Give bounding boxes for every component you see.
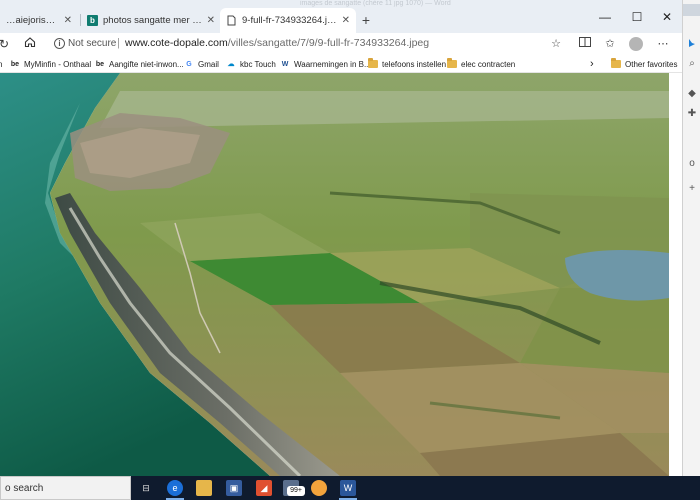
favorite-folder-telefoons[interactable]: telefoons instellen: [368, 57, 446, 71]
page-content: [0, 73, 682, 476]
new-tab-button[interactable]: +: [358, 12, 374, 28]
minimize-button[interactable]: —: [590, 6, 620, 28]
side-panel: ⌕ ◆ ✚ o +: [682, 0, 700, 476]
app-icon-orange[interactable]: [311, 480, 327, 496]
close-window-button[interactable]: ✕: [652, 6, 682, 28]
close-icon[interactable]: ✕: [342, 15, 350, 26]
tab-title: …aiejorisve@gmail.com: [6, 15, 60, 26]
side-search-icon[interactable]: ⌕: [686, 58, 698, 70]
page-gutter: [669, 73, 682, 476]
close-icon[interactable]: ✕: [64, 15, 72, 26]
url-path: /villes/sangatte/7/9/9-full-fr-734933264…: [227, 37, 430, 49]
refresh-icon[interactable]: ↻: [0, 36, 12, 52]
favorite-myminfin[interactable]: be MyMinfin - Onthaal: [10, 57, 91, 71]
split-screen-icon[interactable]: [577, 36, 593, 52]
store-icon[interactable]: ▣: [226, 480, 242, 496]
url-divider: |: [117, 37, 120, 49]
kbc-icon: ☁: [227, 61, 235, 68]
favorite-label: telefoons instellen: [382, 59, 447, 69]
tab-bing[interactable]: b photos sangatte mer - Bing images ✕: [81, 8, 221, 33]
favorite-label: elec contracten: [461, 59, 516, 69]
favorite-label: MyMinfin - Onthaal: [24, 59, 92, 69]
page-icon: [226, 15, 237, 26]
task-view-icon[interactable]: ⊟: [138, 480, 154, 496]
chevron-right-icon[interactable]: ›: [590, 57, 594, 71]
waarnemingen-icon: W: [281, 60, 289, 68]
tab-gmail[interactable]: …aiejorisve@gmail.com ✕: [0, 8, 78, 33]
taskbar-search[interactable]: o search: [0, 476, 131, 500]
favorite-label: Gmail: [198, 59, 219, 69]
favorite-kbc[interactable]: ☁ kbc Touch: [226, 57, 276, 71]
bing-icon: b: [87, 15, 98, 26]
coastal-aerial-photo: [0, 73, 669, 476]
profile-avatar[interactable]: [629, 37, 643, 51]
browser-window: images de sangatte (chère 11 jpg 1070) —…: [0, 0, 682, 476]
folder-icon: [611, 58, 621, 68]
info-icon[interactable]: i: [54, 38, 65, 49]
favorites-bar: n be MyMinfin - Onthaal be Aangifte niet…: [0, 55, 682, 73]
tab-title: 9-full-fr-734933264.jpeg (1000×…): [242, 15, 338, 26]
favorite-aangifte[interactable]: be Aangifte niet-inwon...: [95, 57, 184, 71]
side-bing-icon[interactable]: [686, 38, 698, 50]
favorite-label: kbc Touch: [240, 59, 276, 69]
favorite-label: Waarnemingen in B...: [294, 59, 371, 69]
favorite-folder-elec[interactable]: elec contracten: [447, 57, 515, 71]
side-outlook-icon[interactable]: o: [686, 158, 698, 170]
google-icon: G: [186, 60, 192, 68]
side-shopping-icon[interactable]: ◆: [686, 88, 698, 100]
be-icon: be: [95, 60, 105, 68]
file-explorer-icon[interactable]: [196, 480, 212, 496]
favorite-gmail[interactable]: G Gmail: [184, 57, 219, 71]
edge-icon[interactable]: e: [167, 480, 183, 496]
favorite-other[interactable]: Other favorites: [611, 57, 677, 71]
close-icon[interactable]: ✕: [207, 15, 215, 26]
address-bar: ↻ i Not secure | www.cote-dopale.com/vil…: [0, 33, 682, 55]
taskbar: o search ⊟ e ▣ ◢ 99+ W: [0, 476, 700, 500]
star-icon[interactable]: ☆: [548, 36, 564, 52]
be-icon: be: [10, 60, 20, 68]
home-icon[interactable]: [22, 36, 38, 52]
favorite-label: Aangifte niet-inwon...: [109, 59, 184, 69]
favorites-toggle[interactable]: n: [0, 57, 2, 71]
side-panel-header: [683, 4, 700, 16]
tab-title: photos sangatte mer - Bing images: [103, 15, 203, 26]
tab-image[interactable]: 9-full-fr-734933264.jpeg (1000×…) ✕: [220, 8, 356, 33]
notification-badge: 99+: [287, 486, 305, 496]
folder-icon: [447, 58, 457, 68]
search-placeholder: o search: [5, 483, 44, 494]
favorites-icon[interactable]: ✩: [602, 36, 618, 52]
word-icon[interactable]: W: [340, 480, 356, 496]
more-icon[interactable]: ⋯: [655, 36, 671, 52]
maximize-button[interactable]: ☐: [622, 6, 652, 28]
folder-icon: [368, 58, 378, 68]
background-window-title: images de sangatte (chère 11 jpg 1070) —…: [300, 0, 451, 7]
tab-strip: images de sangatte (chère 11 jpg 1070) —…: [0, 0, 682, 33]
side-add-icon[interactable]: +: [686, 183, 698, 195]
side-tools-icon[interactable]: ✚: [686, 108, 698, 120]
url-host: www.cote-dopale.com: [125, 37, 228, 49]
favorite-waarnemingen[interactable]: W Waarnemingen in B...: [280, 57, 371, 71]
favorite-label: Other favorites: [625, 59, 678, 69]
security-status[interactable]: Not secure: [68, 38, 116, 49]
app-icon-red[interactable]: ◢: [256, 480, 272, 496]
url-field[interactable]: www.cote-dopale.com/villes/sangatte/7/9/…: [125, 37, 429, 49]
